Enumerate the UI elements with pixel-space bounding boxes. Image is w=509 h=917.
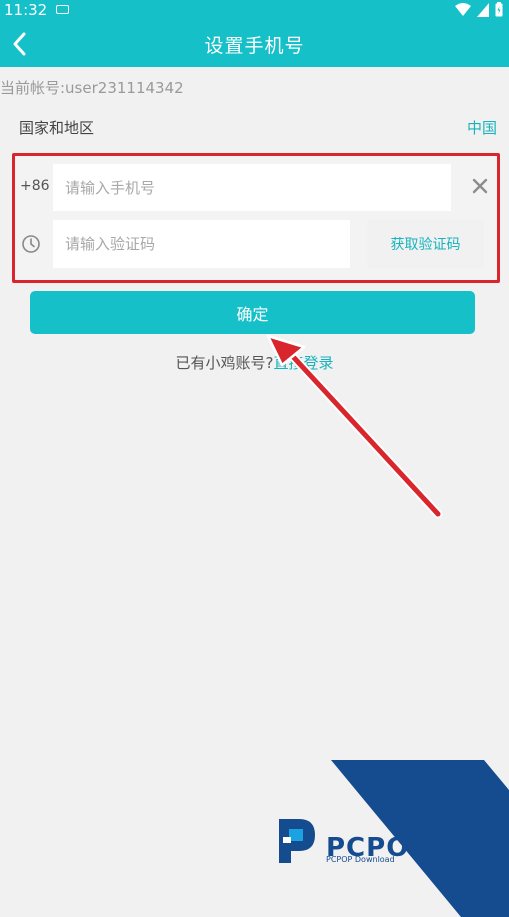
- phone-form: +86 获取验证码: [12, 153, 500, 283]
- region-row[interactable]: 国家和地区 中国: [0, 106, 509, 146]
- clear-icon[interactable]: [470, 176, 490, 196]
- get-code-button[interactable]: 获取验证码: [367, 220, 484, 268]
- region-label: 国家和地区: [19, 119, 95, 137]
- watermark-logo-icon: [279, 819, 315, 863]
- wifi-icon: [455, 2, 471, 16]
- keyboard-icon: [56, 5, 69, 14]
- signal-icon: [477, 2, 489, 17]
- confirm-button[interactable]: 确定: [30, 291, 475, 334]
- login-prompt: 已有小鸡账号?直接登录: [0, 352, 509, 373]
- status-icons: [455, 2, 503, 17]
- page-title: 设置手机号: [204, 35, 305, 57]
- status-bar: 11:32: [0, 0, 509, 20]
- watermark-subtitle: PCPOP Download: [326, 855, 395, 864]
- clock-icon: [22, 235, 40, 253]
- login-question: 已有小鸡账号?: [175, 354, 274, 372]
- status-time: 11:32: [4, 1, 48, 19]
- battery-icon: [495, 2, 503, 17]
- direct-login-link[interactable]: 直接登录: [273, 354, 333, 372]
- phone-input[interactable]: [53, 164, 451, 211]
- app-header: 设置手机号: [0, 20, 509, 67]
- country-code-prefix: +86: [20, 178, 50, 194]
- region-value[interactable]: 中国: [467, 117, 497, 138]
- verification-code-input[interactable]: [53, 220, 350, 268]
- current-account-text: 当前帐号:user231114342: [0, 79, 184, 97]
